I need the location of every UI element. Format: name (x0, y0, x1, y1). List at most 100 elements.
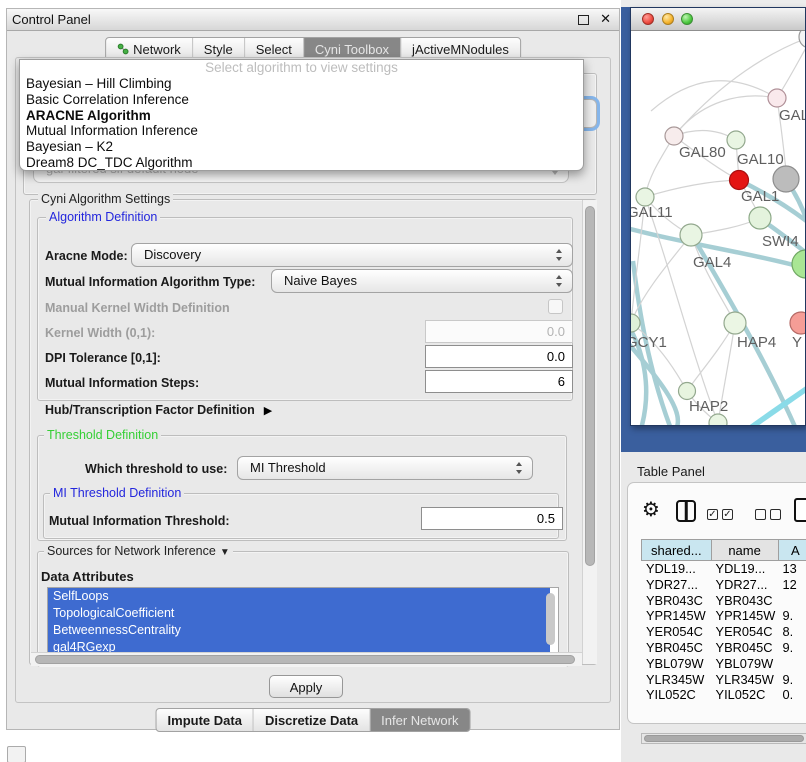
list-scrollbar-thumb[interactable] (546, 593, 555, 645)
algorithm-option[interactable]: Dream8 DC_TDC Algorithm (20, 155, 583, 171)
which-threshold-combo[interactable]: MI Threshold (237, 456, 533, 480)
hub-definition-expander[interactable]: Hub/Transcription Factor Definition▶ (45, 403, 272, 417)
manual-kernel-checkbox[interactable] (548, 299, 563, 314)
table-row[interactable]: YBR043CYBR043C (641, 593, 806, 609)
checked-checkbox-icon[interactable]: ✓ (722, 509, 733, 520)
columns-icon[interactable] (676, 500, 696, 522)
document-icon[interactable] (794, 498, 806, 522)
control-panel-window: Control Panel ✕ NetworkStyleSelectCyni T… (6, 8, 620, 730)
table-cell: YBR043C (711, 593, 778, 609)
settings-vscroll-thumb[interactable] (585, 206, 595, 566)
network-node-gal80[interactable] (665, 127, 683, 145)
network-window-titlebar[interactable] (631, 8, 805, 31)
mi-type-combo[interactable]: Naive Bayes (271, 269, 573, 293)
algorithm-definition-title: Algorithm Definition (46, 210, 160, 225)
node-label: HAP4 (737, 334, 776, 351)
tab-discretize-data[interactable]: Discretize Data (254, 709, 370, 731)
algorithm-option[interactable]: Bayesian – Hill Climbing (20, 76, 583, 92)
table-row[interactable]: YER054CYER054C8. (641, 624, 806, 640)
network-node-gal4[interactable] (680, 224, 702, 246)
table-body: YDL19...YDL19...13YDR27...YDR27...12YBR0… (641, 561, 806, 703)
network-edge[interactable] (645, 136, 674, 197)
table-row[interactable]: YDR27...YDR27...12 (641, 577, 806, 593)
zoom-traffic-light[interactable] (681, 13, 693, 25)
table-horizontal-scrollbar[interactable] (641, 733, 806, 744)
which-threshold-label: Which threshold to use: (85, 462, 227, 476)
close-icon[interactable]: ✕ (600, 11, 611, 27)
table-cell: YER054C (641, 624, 711, 640)
manual-kernel-label: Manual Kernel Width Definition (45, 301, 230, 315)
network-edge[interactable] (645, 180, 739, 197)
float-window-icon[interactable] (578, 15, 589, 25)
network-node-hap2[interactable] (679, 383, 696, 400)
apply-button[interactable]: Apply (269, 675, 343, 698)
table-row[interactable]: YBR045CYBR045C9. (641, 640, 806, 656)
algorithm-option[interactable]: Mutual Information Inference (20, 123, 583, 139)
table-cell: YBL079W (711, 656, 778, 672)
table-row[interactable]: YDL19...YDL19...13 (641, 561, 806, 577)
algorithm-option[interactable]: Bayesian – K2 (20, 139, 583, 155)
hub-definition-label: Hub/Transcription Factor Definition (45, 403, 255, 417)
network-edge[interactable] (674, 96, 777, 136)
network-icon (117, 43, 129, 55)
algorithm-dropdown-popup: Select algorithm to view settings Bayesi… (19, 59, 584, 171)
settings-vertical-scrollbar[interactable] (582, 200, 597, 664)
node-label: HAP2 (689, 398, 728, 415)
network-node-gal[interactable] (768, 89, 786, 107)
sources-collapse-header[interactable]: Sources for Network Inference▼ (44, 544, 233, 560)
network-node-gal1[interactable] (730, 171, 749, 190)
algorithm-option[interactable]: Basic Correlation Inference (20, 92, 583, 108)
network-canvas[interactable]: GALGAL80GAL10GAL1GAL11SWI4GAL4GCY1HAP4YH… (631, 31, 805, 425)
mi-steps-input[interactable]: 6 (425, 370, 573, 393)
attribute-item[interactable]: TopologicalCoefficient (48, 605, 550, 622)
network-node-gal10[interactable] (727, 131, 745, 149)
collapsed-panel-button[interactable] (7, 746, 26, 762)
data-attributes-label: Data Attributes (41, 569, 134, 584)
table-cell: YDR27... (711, 577, 778, 593)
unchecked-checkbox-icon[interactable] (770, 509, 781, 520)
network-node-swi4[interactable] (749, 207, 771, 229)
settings-hscroll-thumb[interactable] (35, 655, 575, 664)
kernel-width-input[interactable]: 0.0 (425, 320, 573, 343)
mi-threshold-input[interactable]: 0.5 (421, 507, 563, 530)
node-label: Y (792, 334, 802, 351)
column-header-shared...[interactable]: shared... (641, 539, 711, 561)
tab-label: Cyni Toolbox (315, 42, 389, 57)
column-header-name[interactable]: name (711, 539, 778, 561)
gear-icon[interactable]: ⚙ (642, 500, 660, 520)
algorithm-option[interactable]: ARACNE Algorithm (20, 108, 583, 124)
table-hscroll-thumb[interactable] (644, 735, 804, 742)
table-cell: 9. (777, 672, 806, 688)
minimize-traffic-light[interactable] (662, 13, 674, 25)
table-row[interactable]: YIL052CYIL052C0. (641, 687, 806, 703)
table-cell (777, 656, 806, 672)
table-row[interactable]: YBL079WYBL079W (641, 656, 806, 672)
network-node-hap4[interactable] (724, 312, 746, 334)
attribute-item[interactable]: SelfLoops (48, 588, 550, 605)
tab-infer-network[interactable]: Infer Network (370, 709, 469, 731)
aracne-mode-combo[interactable]: Discovery (131, 243, 573, 267)
close-traffic-light[interactable] (642, 13, 654, 25)
unchecked-checkbox-icon[interactable] (755, 509, 766, 520)
network-edge[interactable] (687, 323, 735, 391)
tab-label: Network (133, 42, 181, 57)
dpi-tolerance-input[interactable]: 0.0 (425, 345, 573, 368)
toolbar-edge-strip (621, 0, 806, 7)
table-cell: YBR043C (641, 593, 711, 609)
table-cell: YBR045C (641, 640, 711, 656)
kernel-width-label: Kernel Width (0,1): (45, 326, 155, 340)
attribute-item[interactable]: BetweennessCentrality (48, 622, 550, 639)
network-node[interactable] (792, 250, 805, 278)
tab-impute-data[interactable]: Impute Data (157, 709, 254, 731)
table-row[interactable]: YPR145WYPR145W9. (641, 608, 806, 624)
checked-checkbox-icon[interactable]: ✓ (707, 509, 718, 520)
network-node-y[interactable] (790, 312, 805, 334)
column-header-A[interactable]: A (778, 539, 806, 561)
control-panel-titlebar[interactable]: Control Panel ✕ (7, 9, 619, 31)
table-row[interactable]: YLR345WYLR345W9. (641, 672, 806, 688)
mi-threshold-label: Mutual Information Threshold: (49, 514, 230, 528)
table-panel-title: Table Panel (637, 464, 705, 479)
settings-horizontal-scrollbar[interactable] (31, 652, 582, 666)
network-node[interactable] (709, 414, 727, 425)
network-node[interactable] (799, 31, 805, 48)
